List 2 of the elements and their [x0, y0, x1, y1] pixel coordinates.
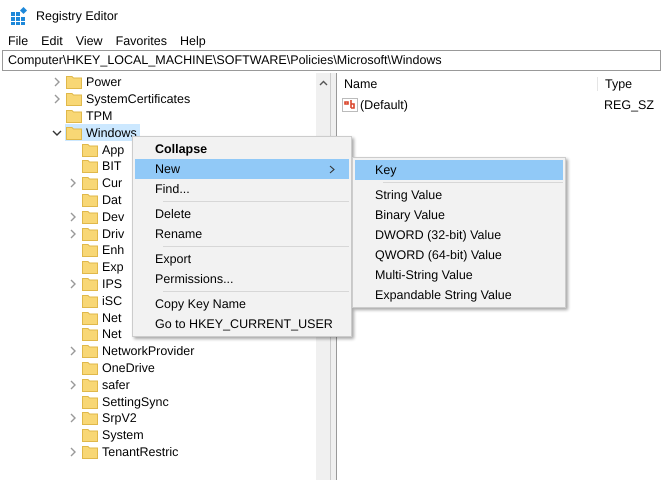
- value-type: REG_SZ: [603, 98, 654, 112]
- window-title: Registry Editor: [36, 9, 118, 23]
